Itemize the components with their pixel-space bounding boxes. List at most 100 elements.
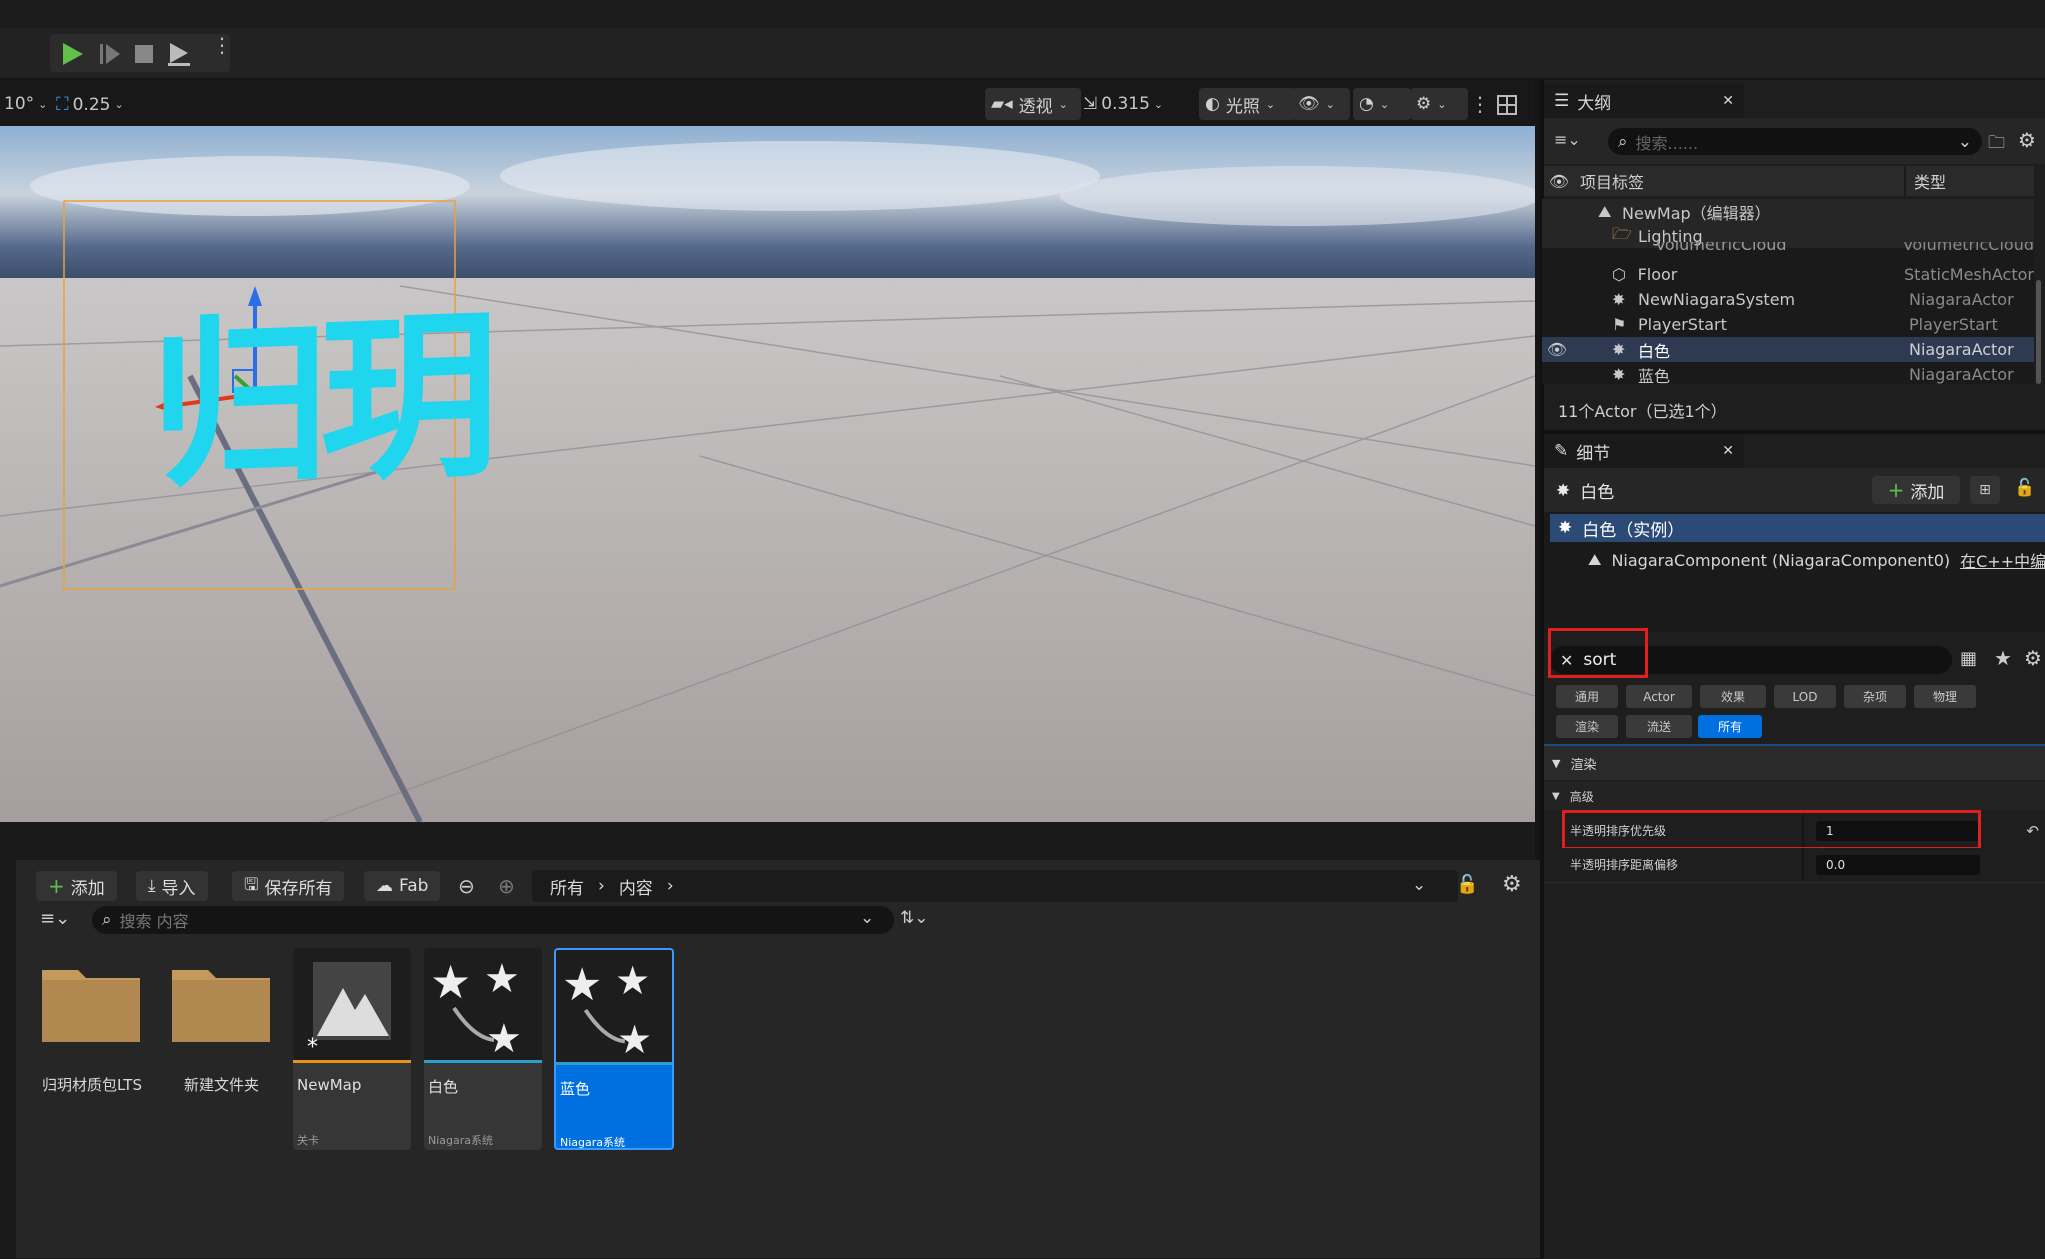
row-type: StaticMeshActor: [1904, 265, 2034, 284]
back-icon[interactable]: ⊖: [458, 874, 475, 898]
tree-row[interactable]: ⚑ PlayerStart PlayerStart: [1542, 312, 2034, 337]
folder-tile[interactable]: [170, 962, 272, 1046]
table-view-icon[interactable]: ▦: [1960, 648, 1977, 669]
row-type: NiagaraActor: [1909, 340, 2014, 359]
search-icon: ⌕: [102, 910, 112, 930]
folder-tile[interactable]: [40, 962, 142, 1046]
chevron-down-icon[interactable]: ⌄: [1412, 875, 1426, 895]
tree-row[interactable]: ✸ 蓝色 NiagaraActor: [1542, 362, 2034, 387]
row-type: NiagaraActor: [1909, 290, 2014, 309]
tree-row[interactable]: ✸ NewNiagaraSystem NiagaraActor: [1542, 287, 2034, 312]
add-folder-icon[interactable]: 🗀: [1988, 130, 2005, 159]
perspective-button[interactable]: ▰◂ 透视 ⌄: [985, 88, 1081, 120]
filter-lod[interactable]: LOD: [1774, 685, 1836, 708]
stop-icon[interactable]: [134, 44, 154, 64]
star-icon[interactable]: ★: [1994, 646, 2012, 670]
performance-button[interactable]: ◔ ⌄: [1353, 88, 1411, 120]
tab-outliner[interactable]: ☰ 大纲 ✕: [1544, 84, 1744, 118]
layout-icon[interactable]: [1496, 94, 1518, 116]
chevron-down-icon: ⌄: [114, 98, 124, 111]
chevron-down-icon: ⌄: [1325, 97, 1335, 111]
path-bar[interactable]: 所有 › 内容 ›: [532, 870, 1458, 902]
scale-snap[interactable]: ⛶ 0.25 ⌄: [56, 94, 124, 115]
scale-snap-icon: ⛶: [56, 94, 69, 115]
rotation-snap[interactable]: 10° ⌄: [4, 94, 47, 114]
blueprint-icon[interactable]: ⊞: [1970, 476, 2000, 504]
play-icon[interactable]: [60, 42, 84, 66]
path-segment-all[interactable]: 所有: [550, 874, 584, 899]
column-label[interactable]: 项目标签: [1574, 169, 1904, 193]
step-icon[interactable]: [98, 42, 122, 66]
sort-icon[interactable]: ⇅⌄: [900, 908, 929, 928]
section-advanced[interactable]: ▼ 高级: [1544, 782, 2045, 810]
lock-icon[interactable]: 🔓: [1456, 874, 1478, 895]
reset-icon[interactable]: ↶: [2026, 822, 2039, 840]
filter-actor[interactable]: Actor: [1626, 685, 1692, 708]
fab-button[interactable]: ☁ Fab: [364, 871, 441, 901]
filter-icon[interactable]: ≡⌄: [1554, 130, 1581, 149]
gear-icon[interactable]: ⚙: [2018, 128, 2036, 152]
add-button[interactable]: + 添加: [36, 871, 117, 901]
row-label: VolumetricCloud: [1655, 242, 1787, 254]
collapse-icon: ▼: [1552, 790, 1560, 802]
filter-physics[interactable]: 物理: [1914, 685, 1976, 708]
lighting-label: 光照: [1225, 96, 1260, 117]
collapse-icon: ▼: [1552, 756, 1561, 770]
filter-streaming[interactable]: 流送: [1626, 715, 1692, 738]
tree-row-selected[interactable]: 👁 ✸ 白色 NiagaraActor: [1542, 337, 2034, 362]
filter-all[interactable]: 所有: [1698, 715, 1762, 738]
chevron-down-icon[interactable]: ⌄: [860, 908, 874, 928]
more-options-icon[interactable]: ⋮: [212, 35, 232, 55]
show-button[interactable]: 👁 ⌄: [1292, 88, 1350, 120]
plus-icon: +: [48, 874, 65, 898]
asset-tile-white[interactable]: ★ ★ ★ 白色 Niagara系统: [424, 948, 542, 1150]
tab-details[interactable]: ✎ 细节 ✕: [1544, 434, 1744, 468]
level-viewport[interactable]: 归玥: [0, 126, 1535, 822]
settings-button[interactable]: ⚙ ⌄: [1410, 88, 1468, 120]
gear-icon[interactable]: ⚙: [1502, 872, 1522, 897]
prop-value-field[interactable]: 0.0: [1816, 854, 1980, 875]
close-icon[interactable]: ✕: [1722, 443, 1734, 459]
filter-misc[interactable]: 杂项: [1844, 685, 1906, 708]
outliner-scrollbar[interactable]: [2036, 280, 2041, 384]
column-type[interactable]: 类型: [1906, 169, 1946, 193]
content-sidebar-strip: [0, 860, 16, 1258]
niagara-icon: ✸: [1558, 518, 1573, 538]
outliner-search-placeholder: 搜索......: [1635, 133, 1699, 153]
section-render[interactable]: ▼ 渲染: [1544, 746, 2045, 780]
save-all-button[interactable]: 🖫 保存所有: [232, 871, 345, 901]
eye-icon[interactable]: 👁: [1542, 340, 1572, 359]
tree-row[interactable]: VolumetricCloud VolumetricCloud: [1542, 242, 2034, 256]
lock-icon[interactable]: 🔓: [2014, 478, 2035, 498]
niagara-thumbnail: ★ ★ ★: [556, 950, 672, 1062]
outliner-status: 11个Actor（已选1个）: [1558, 402, 1727, 421]
eject-icon[interactable]: [166, 41, 192, 67]
outliner-column-header: 👁 项目标签 类型: [1544, 166, 2034, 196]
details-add-button[interactable]: + 添加: [1872, 476, 1960, 504]
row-label: PlayerStart: [1638, 315, 1727, 334]
component-instance-row[interactable]: ✸ 白色（实例）: [1550, 514, 2045, 542]
asset-tile-newmap[interactable]: * NewMap 关卡: [293, 948, 411, 1150]
component-row[interactable]: ⛰ NiagaraComponent (NiagaraComponent0) 在…: [1550, 546, 2045, 574]
import-button[interactable]: ⤓ 导入: [136, 871, 208, 901]
filter-icon[interactable]: ≡⌄: [40, 908, 70, 929]
outliner-search-box[interactable]: ⌕ 搜索...... ⌄: [1608, 128, 1982, 155]
tree-row[interactable]: ⬡ Floor StaticMeshActor: [1542, 262, 2034, 287]
component-link[interactable]: 在C++中编辑: [1960, 548, 2045, 572]
close-icon[interactable]: ✕: [1722, 93, 1734, 109]
filter-effects[interactable]: 效果: [1700, 685, 1766, 708]
asset-tile-blue[interactable]: ★ ★ ★ 蓝色 Niagara系统: [554, 948, 674, 1150]
tree-row-map[interactable]: ⛰ NewMap（编辑器）: [1542, 199, 2034, 224]
import-icon: ⤓: [148, 876, 156, 896]
lighting-button[interactable]: ◐ 光照 ⌄: [1199, 88, 1295, 120]
chevron-right-icon: ›: [598, 876, 605, 896]
camera-speed[interactable]: ⇲ 0.315 ⌄: [1083, 94, 1163, 114]
content-search-box[interactable]: ⌕ 搜索 内容: [92, 906, 894, 934]
filter-rendering[interactable]: 渲染: [1556, 715, 1618, 738]
gear-icon[interactable]: ⚙: [2024, 646, 2042, 670]
path-segment-content[interactable]: 内容: [619, 874, 653, 899]
forward-icon[interactable]: ⊕: [498, 874, 515, 898]
filter-general[interactable]: 通用: [1556, 685, 1618, 708]
viewport-more-icon[interactable]: ⋮: [1470, 92, 1490, 116]
eye-icon[interactable]: 👁: [1544, 172, 1574, 191]
